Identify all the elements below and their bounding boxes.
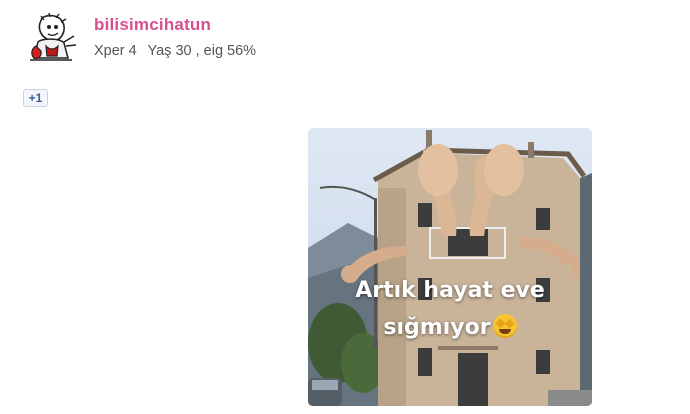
post-image[interactable]: Artık hayat eve sığmıyor [308,128,592,406]
image-caption-line2: sığmıyor [308,314,592,340]
user-meta: Xper 4 Yaş 30 , eig 56% [94,43,263,59]
star-struck-emoji-icon [492,314,517,338]
image-caption-line2-text: sığmıyor [383,315,491,340]
plus-one-button[interactable]: +1 [23,89,48,107]
avatar[interactable] [24,12,78,66]
age-text: Yaş 30 , eig 56% [147,43,257,59]
image-caption-line1: Artık hayat eve [355,278,545,303]
username[interactable]: bilisimcihatun [94,15,211,35]
avatar-cartoon-icon [24,12,78,66]
device-text: Xper 4 [94,43,137,59]
building-meme-image [308,128,592,406]
